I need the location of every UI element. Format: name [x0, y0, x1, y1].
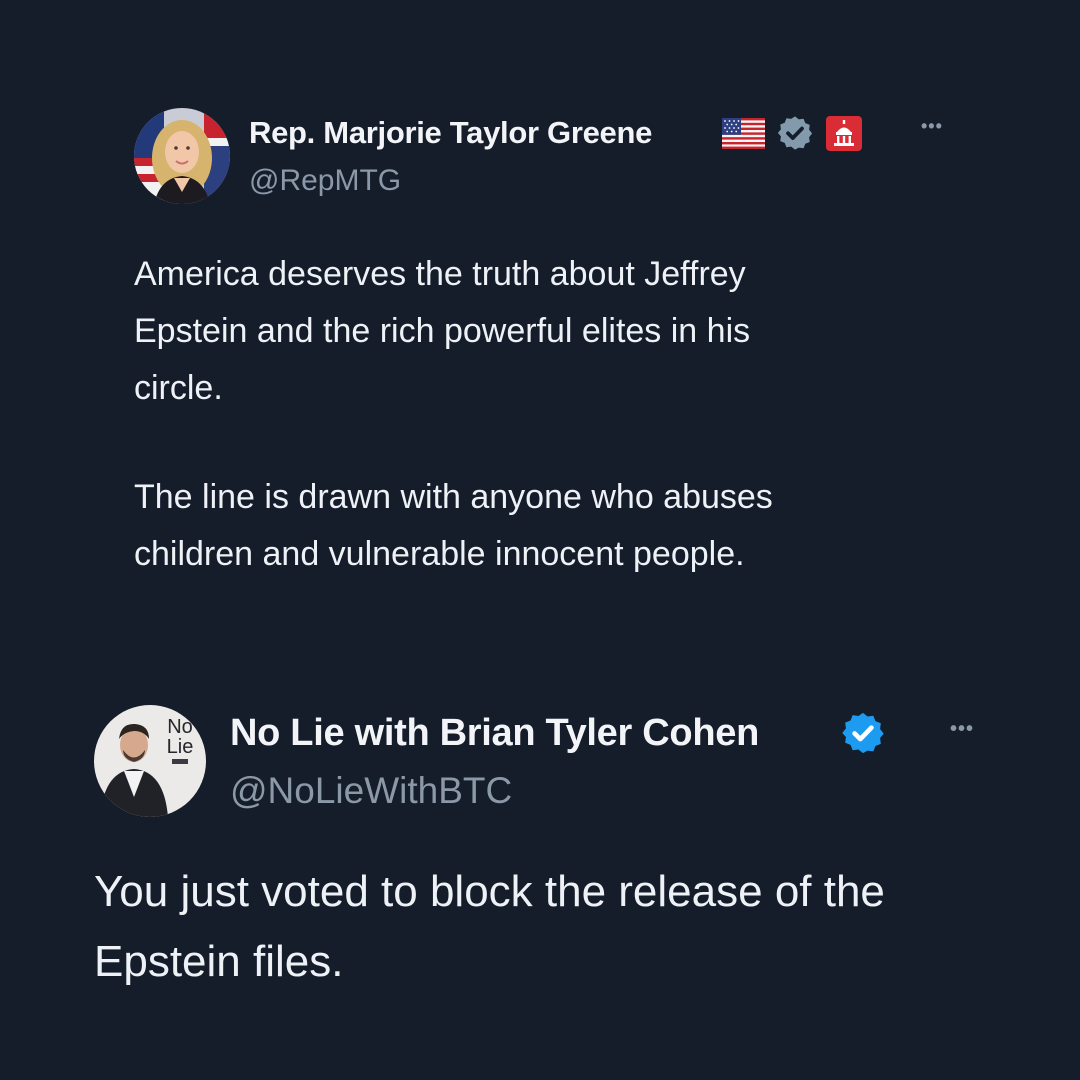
tweet-text-paragraph-1: You just voted to block the release of t… [94, 867, 885, 986]
avatar[interactable]: No Lie [94, 705, 206, 817]
capitol-icon[interactable] [825, 115, 863, 152]
display-name[interactable]: Rep. Marjorie Taylor Greene [249, 113, 652, 153]
avatar[interactable] [134, 108, 230, 204]
logo-text-no: No [167, 716, 193, 738]
tweet-text-paragraph-2: The line is drawn with anyone who abuses… [134, 478, 773, 573]
handle[interactable]: @NoLieWithBTC [230, 768, 512, 814]
tweet-marjorie-taylor-greene: Rep. Marjorie Taylor Greene ••• @RepMTG … [0, 0, 1080, 640]
logo-text-lie: Lie [167, 736, 194, 758]
us-flag-icon [722, 118, 765, 149]
tweet-text-paragraph-1: America deserves the truth about Jeffrey… [134, 255, 751, 407]
gray-check-icon[interactable] [776, 114, 814, 152]
display-name[interactable]: No Lie with Brian Tyler Cohen [230, 709, 759, 757]
tweet-no-lie-btc: No Lie No Lie with Brian Tyler Cohen •••… [0, 690, 1080, 1080]
blue-check-icon[interactable] [840, 710, 886, 756]
more-options-button[interactable]: ••• [921, 116, 943, 137]
handle[interactable]: @RepMTG [249, 162, 401, 200]
more-options-button[interactable]: ••• [950, 718, 974, 741]
